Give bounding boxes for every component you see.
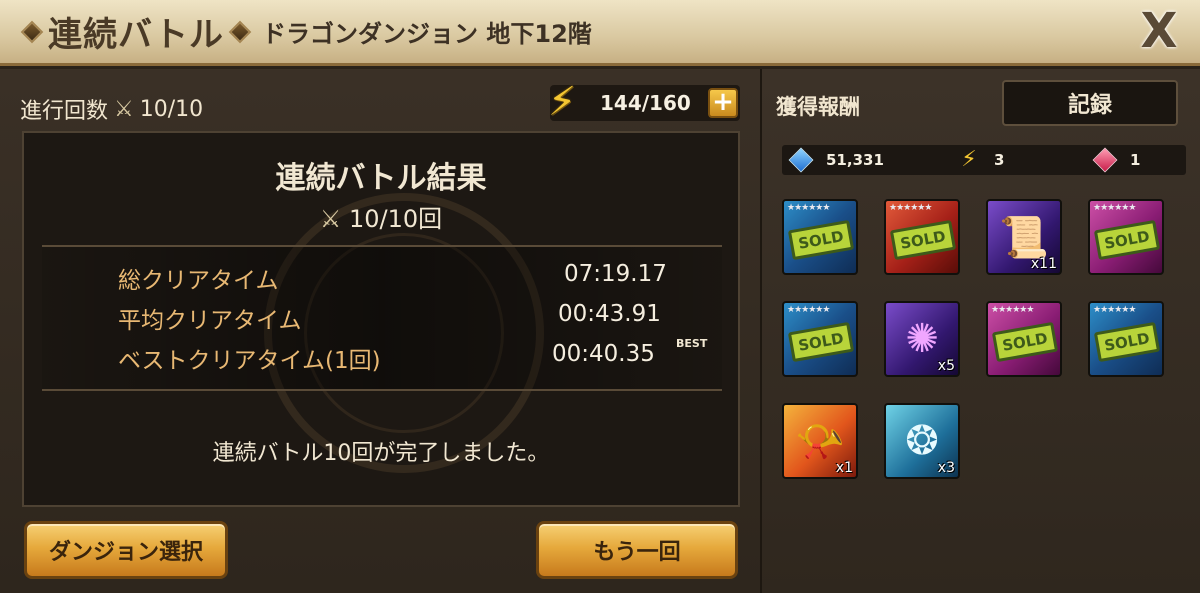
sold-stamp: SOLD bbox=[1093, 321, 1161, 363]
reward-item-rune[interactable]: ★★★★★★ SOLD bbox=[782, 199, 858, 275]
stars: ★★★★★★ bbox=[991, 305, 1034, 315]
result-title: 連続バトル結果 bbox=[275, 161, 487, 196]
item-quantity: x3 bbox=[937, 460, 955, 476]
stat-value: 00:40.35 bbox=[552, 341, 655, 367]
completion-message: 連続バトル10回が完了しました。 bbox=[212, 441, 550, 466]
energy-bar: ⚡ 144/160 + bbox=[548, 79, 740, 125]
stars: ★★★★★★ bbox=[787, 203, 830, 213]
stars: ★★★★★★ bbox=[889, 203, 932, 213]
item-quantity: x5 bbox=[937, 358, 955, 374]
progress-label: 進行回数 bbox=[20, 99, 109, 124]
sold-stamp: SOLD bbox=[1093, 219, 1161, 261]
result-panel: 進行回数 ⚔ 10/10 ⚡ 144/160 + 連続バトル結果 ⚔ 10/10… bbox=[0, 69, 760, 593]
stat-label: 平均クリアタイム bbox=[118, 308, 302, 334]
ruby-amount: 1 bbox=[1130, 151, 1141, 169]
crossed-swords-icon: ⚔ bbox=[319, 205, 342, 233]
progress-value: 10/10 bbox=[139, 96, 204, 122]
result-count: ⚔ 10/10回 bbox=[24, 199, 738, 234]
window-title: 連続バトル bbox=[48, 15, 225, 55]
lightning-icon: ⚡ bbox=[961, 147, 977, 172]
crystal-icon bbox=[788, 147, 814, 173]
energy-reward: ⚡ 3 bbox=[958, 145, 1004, 175]
ruby-reward: 1 bbox=[1092, 145, 1141, 175]
reward-item-mystic-scroll[interactable]: 📜 x11 bbox=[986, 199, 1062, 275]
crossed-swords-icon: ⚔ bbox=[114, 96, 134, 122]
record-button[interactable]: 記録 bbox=[1002, 80, 1178, 126]
title-bar: 連続バトル ドラゴンダンジョン 地下12階 X bbox=[0, 0, 1200, 66]
item-quantity: x11 bbox=[1030, 256, 1057, 272]
crystal-reward: 51,331 bbox=[788, 145, 884, 175]
currency-bar: 51,331 ⚡ 3 1 bbox=[782, 145, 1186, 175]
rewards-title: 獲得報酬 bbox=[776, 95, 860, 119]
stat-row-best: ベストクリアタイム(1回) 00:40.35 BEST bbox=[42, 337, 722, 374]
close-icon: X bbox=[1140, 3, 1178, 59]
sold-stamp: SOLD bbox=[889, 219, 957, 261]
progress-indicator: 進行回数 ⚔ 10/10 bbox=[20, 93, 203, 125]
stat-value: 00:43.91 bbox=[558, 301, 661, 327]
reward-item-rune[interactable]: ★★★★★★ SOLD bbox=[884, 199, 960, 275]
sold-stamp: SOLD bbox=[787, 219, 855, 261]
reward-item-magic-essence[interactable]: ✺ x5 bbox=[884, 301, 960, 377]
retry-button[interactable]: もう一回 bbox=[536, 521, 738, 579]
stat-label: ベストクリアタイム(1回) bbox=[118, 348, 381, 374]
reward-item-wind-essence[interactable]: ❂ x3 bbox=[884, 403, 960, 479]
best-badge: BEST bbox=[676, 337, 708, 350]
diamond-ornament-icon bbox=[228, 20, 252, 43]
stats-table: 総クリアタイム 07:19.17 平均クリアタイム 00:43.91 ベストクリ… bbox=[42, 245, 722, 391]
energy-amount: 3 bbox=[994, 151, 1005, 169]
stars: ★★★★★★ bbox=[787, 305, 830, 315]
add-energy-button[interactable]: + bbox=[708, 88, 738, 118]
stat-row-total: 総クリアタイム 07:19.17 bbox=[42, 257, 722, 294]
stat-value: 07:19.17 bbox=[564, 261, 667, 287]
sold-stamp: SOLD bbox=[991, 321, 1059, 363]
stars: ★★★★★★ bbox=[1093, 203, 1136, 213]
stat-label: 総クリアタイム bbox=[118, 268, 279, 294]
reward-item-rune[interactable]: ★★★★★★ SOLD bbox=[1088, 301, 1164, 377]
lightning-icon: ⚡ bbox=[547, 79, 577, 125]
sold-stamp: SOLD bbox=[787, 321, 855, 363]
select-dungeon-button[interactable]: ダンジョン選択 bbox=[24, 521, 228, 579]
ruby-icon bbox=[1092, 147, 1118, 173]
reward-item-fire-scroll[interactable]: 📯 x1 bbox=[782, 403, 858, 479]
rewards-panel: 獲得報酬 記録 51,331 ⚡ 3 1 ★★★★★★ SOLD ★★★★★★ … bbox=[760, 69, 1200, 593]
close-button[interactable]: X bbox=[1136, 3, 1182, 59]
item-quantity: x1 bbox=[835, 460, 853, 476]
reward-item-rune[interactable]: ★★★★★★ SOLD bbox=[986, 301, 1062, 377]
stat-row-average: 平均クリアタイム 00:43.91 bbox=[42, 297, 722, 334]
diamond-ornament-icon bbox=[20, 20, 44, 43]
reward-item-rune[interactable]: ★★★★★★ SOLD bbox=[782, 301, 858, 377]
dungeon-name: ドラゴンダンジョン 地下12階 bbox=[262, 20, 592, 48]
crystal-amount: 51,331 bbox=[826, 151, 884, 169]
stars: ★★★★★★ bbox=[1093, 305, 1136, 315]
energy-value: 144/160 bbox=[600, 91, 691, 115]
reward-item-rune[interactable]: ★★★★★★ SOLD bbox=[1088, 199, 1164, 275]
result-box: 連続バトル結果 ⚔ 10/10回 総クリアタイム 07:19.17 平均クリアタ… bbox=[22, 131, 740, 507]
result-count-value: 10/10回 bbox=[348, 205, 443, 233]
